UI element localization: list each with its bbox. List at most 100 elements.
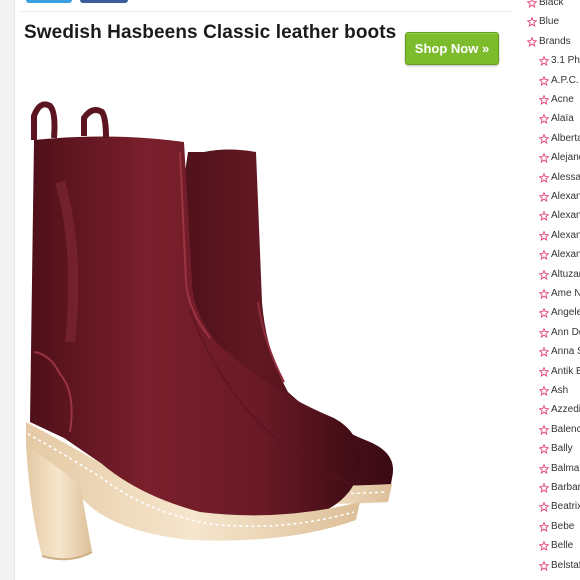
star-icon	[539, 230, 549, 241]
sidebar-item[interactable]: Alexan	[539, 246, 580, 264]
sidebar-item[interactable]: Alexan	[539, 207, 580, 225]
sidebar-item-label: Antik B	[551, 365, 580, 377]
star-icon	[539, 153, 549, 164]
sidebar-item[interactable]: Alexan	[539, 188, 580, 206]
sidebar-item[interactable]: Acne	[539, 91, 574, 109]
sidebar-item[interactable]: Black	[527, 0, 563, 12]
sidebar-item[interactable]: Antik B	[539, 363, 580, 381]
star-icon	[539, 327, 549, 338]
star-icon	[539, 463, 549, 474]
sidebar-item-label: Anna S	[551, 346, 580, 358]
sidebar-item[interactable]: 3.1 Phi	[539, 52, 580, 70]
sidebar-item[interactable]: Angele	[539, 304, 580, 322]
star-icon	[539, 211, 549, 222]
sidebar-item[interactable]: Alessar	[539, 169, 580, 187]
sidebar-item[interactable]: Ann De	[539, 324, 580, 342]
sidebar-item[interactable]: Azzedi	[539, 401, 580, 419]
sidebar-item[interactable]: Alexan	[539, 227, 580, 245]
facebook-share-button[interactable]	[80, 0, 128, 3]
sidebar-item[interactable]: Alberta	[539, 130, 580, 148]
sidebar-item-label: 3.1 Phi	[551, 55, 580, 67]
sidebar-item-label: Altuzar	[551, 268, 580, 280]
category-sidebar: Black Blue Brands 3.1 Phi A.P.C. Acne Alaïa Alb…	[520, 0, 580, 580]
sidebar-item-label: Bernar	[551, 576, 580, 580]
sidebar-item-label: Balenc	[551, 423, 580, 435]
sidebar-item-label: Alessar	[551, 171, 580, 183]
sidebar-item[interactable]: Bally	[539, 440, 573, 458]
sidebar-item-label: Barbar	[551, 482, 580, 493]
sidebar-item[interactable]: Anna S	[539, 343, 580, 361]
sidebar-item[interactable]: Barbar	[539, 479, 580, 497]
star-icon	[539, 405, 549, 416]
star-icon	[527, 36, 537, 47]
sidebar-item[interactable]: Bernar	[539, 576, 580, 580]
twitter-share-button[interactable]	[26, 0, 72, 3]
shop-now-button[interactable]: Shop Now »	[405, 32, 499, 65]
sidebar-item-label: A.P.C.	[551, 74, 579, 86]
sidebar-item[interactable]: Alejand	[539, 149, 580, 167]
star-icon	[539, 560, 549, 571]
star-icon	[539, 424, 549, 435]
sidebar-item[interactable]: Altuzar	[539, 266, 580, 284]
sidebar-item-label: Beatrix	[551, 501, 580, 513]
sidebar-item-label: Ann De	[551, 326, 580, 338]
sidebar-item-label: Alexan	[551, 210, 580, 222]
sidebar-item-label: Ame N	[551, 288, 580, 299]
sidebar-item[interactable]: Ash	[539, 382, 568, 400]
star-icon	[539, 444, 549, 455]
sidebar-item-label: Alejand	[551, 152, 580, 164]
star-icon	[539, 308, 549, 319]
sidebar-item-label: Blue	[539, 16, 560, 28]
star-icon	[539, 114, 549, 125]
star-icon	[539, 133, 549, 144]
star-icon	[527, 0, 537, 8]
star-icon	[539, 95, 549, 105]
sidebar-item[interactable]: A.P.C.	[539, 72, 579, 90]
sidebar-item[interactable]: Balenc	[539, 421, 580, 439]
sidebar-item-label: Angele	[551, 307, 580, 319]
star-icon	[527, 17, 537, 28]
star-icon	[539, 56, 549, 67]
star-icon	[539, 521, 549, 532]
star-icon	[539, 250, 549, 261]
sidebar-item-label: Belle	[551, 540, 574, 552]
product-title: Swedish Hasbeens Classic leather boots	[24, 22, 397, 43]
sidebar-item-label: Azzedi	[551, 404, 580, 416]
sidebar-item-label: Alaïa	[551, 113, 574, 125]
sidebar-item-label: Alexan	[551, 191, 580, 202]
sidebar-item[interactable]: Bebe	[539, 518, 574, 536]
sidebar-item[interactable]: Ame N	[539, 285, 580, 303]
star-icon	[539, 502, 549, 513]
sidebar-item[interactable]: Brands	[527, 33, 571, 51]
star-icon	[539, 75, 549, 86]
header-divider	[20, 11, 512, 12]
star-icon	[539, 541, 549, 552]
product-image[interactable]	[20, 92, 410, 572]
sidebar-item-label: Belstaf	[551, 559, 580, 571]
sidebar-item-label: Bebe	[551, 520, 575, 532]
star-icon	[539, 366, 549, 377]
sidebar-item[interactable]: Belstaf	[539, 557, 580, 575]
star-icon	[539, 386, 549, 396]
sidebar-item[interactable]: Beatrix	[539, 498, 580, 516]
sidebar-item-label: Balmai	[551, 462, 580, 474]
star-icon	[539, 483, 549, 493]
star-icon	[539, 289, 549, 299]
sidebar-item[interactable]: Belle	[539, 537, 573, 555]
sidebar-item-label: Alexan	[551, 249, 580, 261]
star-icon	[539, 269, 549, 280]
sidebar-item-label: Alberta	[551, 132, 580, 144]
sidebar-item-label: Brands	[539, 35, 571, 47]
sidebar-item-label: Acne	[551, 94, 574, 105]
sidebar-item-label: Ash	[551, 385, 569, 396]
star-icon	[539, 347, 549, 358]
star-icon	[539, 192, 549, 202]
sidebar-item[interactable]: Balmai	[539, 460, 580, 478]
sidebar-item[interactable]: Blue	[527, 13, 559, 31]
sidebar-item[interactable]: Alaïa	[539, 110, 574, 128]
star-icon	[539, 172, 549, 183]
left-edge-panel	[0, 0, 15, 580]
sidebar-item-label: Black	[539, 0, 564, 8]
sidebar-item-label: Alexan	[551, 229, 580, 241]
sidebar-item-label: Bally	[551, 443, 573, 455]
